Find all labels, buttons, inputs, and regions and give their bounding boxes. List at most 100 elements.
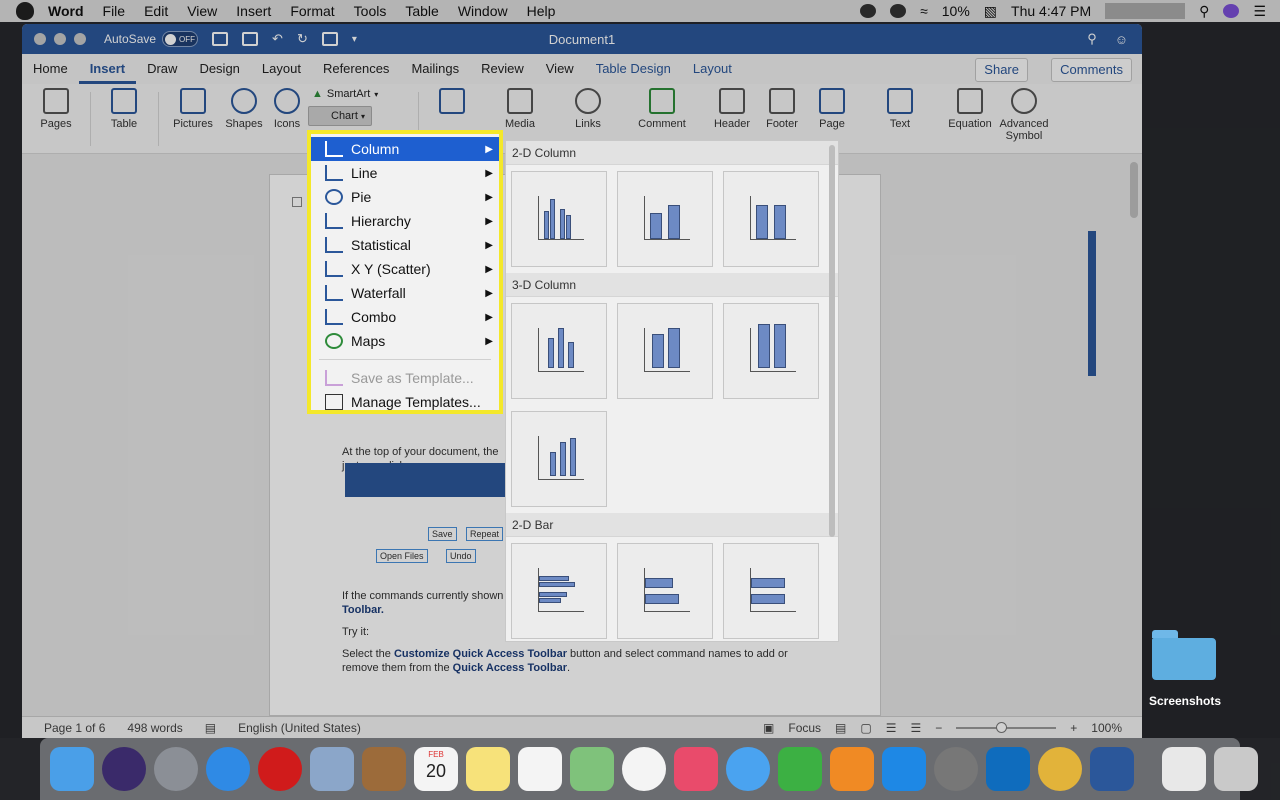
shapes-button[interactable]: Shapes: [222, 88, 266, 130]
tab-view[interactable]: View: [535, 54, 585, 84]
stacked-bar-thumb[interactable]: [617, 543, 713, 639]
customize-toolbar-icon[interactable]: ▾: [352, 34, 357, 45]
menu-insert[interactable]: Insert: [236, 3, 271, 19]
menu-item-statistical[interactable]: Statistical ▶: [311, 233, 499, 257]
tab-design[interactable]: Design: [188, 54, 250, 84]
menu-item-manage-templates[interactable]: Manage Templates...: [311, 390, 499, 414]
header-button[interactable]: Header: [710, 88, 754, 130]
siri-icon[interactable]: [1223, 4, 1240, 18]
proofing-icon[interactable]: ▤: [205, 721, 216, 735]
opera-icon[interactable]: [258, 747, 302, 791]
menu-view[interactable]: View: [187, 3, 217, 19]
menu-item-xy-scatter[interactable]: X Y (Scatter) ▶: [311, 257, 499, 281]
tab-layout[interactable]: Layout: [251, 54, 312, 84]
wifi-icon[interactable]: ≈: [920, 3, 928, 19]
stacked-column-thumb[interactable]: [617, 171, 713, 267]
chrome-icon[interactable]: [1038, 747, 1082, 791]
focus-button[interactable]: Focus: [788, 721, 821, 735]
zoom-slider-knob[interactable]: [996, 721, 1008, 733]
menu-tools[interactable]: Tools: [354, 3, 387, 19]
tab-table-layout[interactable]: Layout: [682, 54, 743, 84]
menu-app-word[interactable]: Word: [48, 3, 84, 19]
trash-icon[interactable]: [1214, 747, 1258, 791]
mail-icon[interactable]: [310, 747, 354, 791]
tab-mailings[interactable]: Mailings: [400, 54, 470, 84]
menu-file[interactable]: File: [103, 3, 126, 19]
menu-edit[interactable]: Edit: [144, 3, 168, 19]
3d-stacked-column-thumb[interactable]: [617, 303, 713, 399]
maps-icon[interactable]: [570, 747, 614, 791]
3d-percent-stacked-column-thumb[interactable]: [723, 303, 819, 399]
autosave-toggle[interactable]: OFF: [162, 31, 199, 47]
comments-button[interactable]: Comments: [1051, 58, 1132, 82]
clustered-bar-thumb[interactable]: [511, 543, 607, 639]
tab-home[interactable]: Home: [22, 54, 79, 84]
outlook-icon[interactable]: [986, 747, 1030, 791]
zoom-level[interactable]: 100%: [1091, 721, 1122, 735]
tab-review[interactable]: Review: [470, 54, 535, 84]
share-button[interactable]: Share: [975, 58, 1028, 82]
app-store-icon[interactable]: [882, 747, 926, 791]
messages-icon[interactable]: [726, 747, 770, 791]
outline-icon[interactable]: ☰: [886, 721, 897, 735]
menu-item-combo[interactable]: Combo ▶: [311, 305, 499, 329]
calendar-icon[interactable]: FEB 20: [414, 747, 458, 791]
apple-icon[interactable]: [16, 2, 34, 20]
draft-icon[interactable]: ☰: [911, 721, 922, 735]
3d-column-thumb[interactable]: [511, 411, 607, 507]
gallery-scrollbar[interactable]: [829, 145, 835, 537]
language[interactable]: English (United States): [238, 721, 361, 735]
tab-insert[interactable]: Insert: [78, 54, 137, 84]
menu-help[interactable]: Help: [527, 3, 556, 19]
notes-icon[interactable]: [466, 747, 510, 791]
menu-item-pie[interactable]: Pie ▶: [311, 185, 499, 209]
menu-item-column[interactable]: Column ▶: [311, 137, 499, 161]
menu-item-waterfall[interactable]: Waterfall ▶: [311, 281, 499, 305]
contacts-icon[interactable]: [362, 747, 406, 791]
safari-icon[interactable]: [206, 747, 250, 791]
addins-button[interactable]: [430, 88, 474, 118]
menu-item-line[interactable]: Line ▶: [311, 161, 499, 185]
redo-icon[interactable]: ↻: [297, 31, 308, 47]
creative-cloud-icon[interactable]: [860, 4, 877, 18]
finder-icon[interactable]: [50, 747, 94, 791]
clock[interactable]: Thu 4:47 PM: [1011, 3, 1091, 19]
siri-icon[interactable]: [102, 747, 146, 791]
minimize-button[interactable]: [54, 33, 66, 45]
links-button[interactable]: Links: [566, 88, 610, 130]
undo-icon[interactable]: ↶: [272, 31, 283, 47]
battery-icon[interactable]: ▧: [984, 3, 997, 20]
music-icon[interactable]: [674, 747, 718, 791]
pages-button[interactable]: Pages: [36, 88, 76, 130]
zoom-button[interactable]: [74, 33, 86, 45]
focus-icon[interactable]: ▣: [763, 721, 774, 735]
spotlight-icon[interactable]: ⚲: [1199, 3, 1209, 20]
menu-window[interactable]: Window: [458, 3, 508, 19]
table-move-handle[interactable]: [292, 197, 302, 207]
percent-stacked-column-thumb[interactable]: [723, 171, 819, 267]
menu-table[interactable]: Table: [405, 3, 438, 19]
text-button[interactable]: Text: [882, 88, 918, 130]
smartart-button[interactable]: ▲ SmartArt ▾: [312, 88, 378, 100]
word-count[interactable]: 498 words: [127, 721, 182, 735]
magnet-icon[interactable]: [1162, 747, 1206, 791]
zoom-slider[interactable]: [956, 721, 1057, 733]
zoom-in-button[interactable]: +: [1070, 721, 1077, 735]
word-icon[interactable]: [1090, 747, 1134, 791]
print-icon[interactable]: [321, 32, 338, 46]
icons-button[interactable]: Icons: [270, 88, 304, 130]
chart-button[interactable]: Chart ▾: [308, 106, 372, 126]
system-preferences-icon[interactable]: [934, 747, 978, 791]
vertical-scrollbar[interactable]: [1130, 162, 1138, 218]
tab-table-design[interactable]: Table Design: [585, 54, 682, 84]
3d-clustered-column-thumb[interactable]: [511, 303, 607, 399]
percent-stacked-bar-thumb[interactable]: [723, 543, 819, 639]
web-layout-icon[interactable]: ▢: [860, 721, 871, 735]
zoom-out-button[interactable]: −: [935, 721, 942, 735]
tab-references[interactable]: References: [312, 54, 400, 84]
media-button[interactable]: Media: [498, 88, 542, 130]
print-layout-icon[interactable]: ▤: [835, 721, 846, 735]
books-icon[interactable]: [830, 747, 874, 791]
menu-item-maps[interactable]: Maps ▶: [311, 329, 499, 353]
reminders-icon[interactable]: [518, 747, 562, 791]
